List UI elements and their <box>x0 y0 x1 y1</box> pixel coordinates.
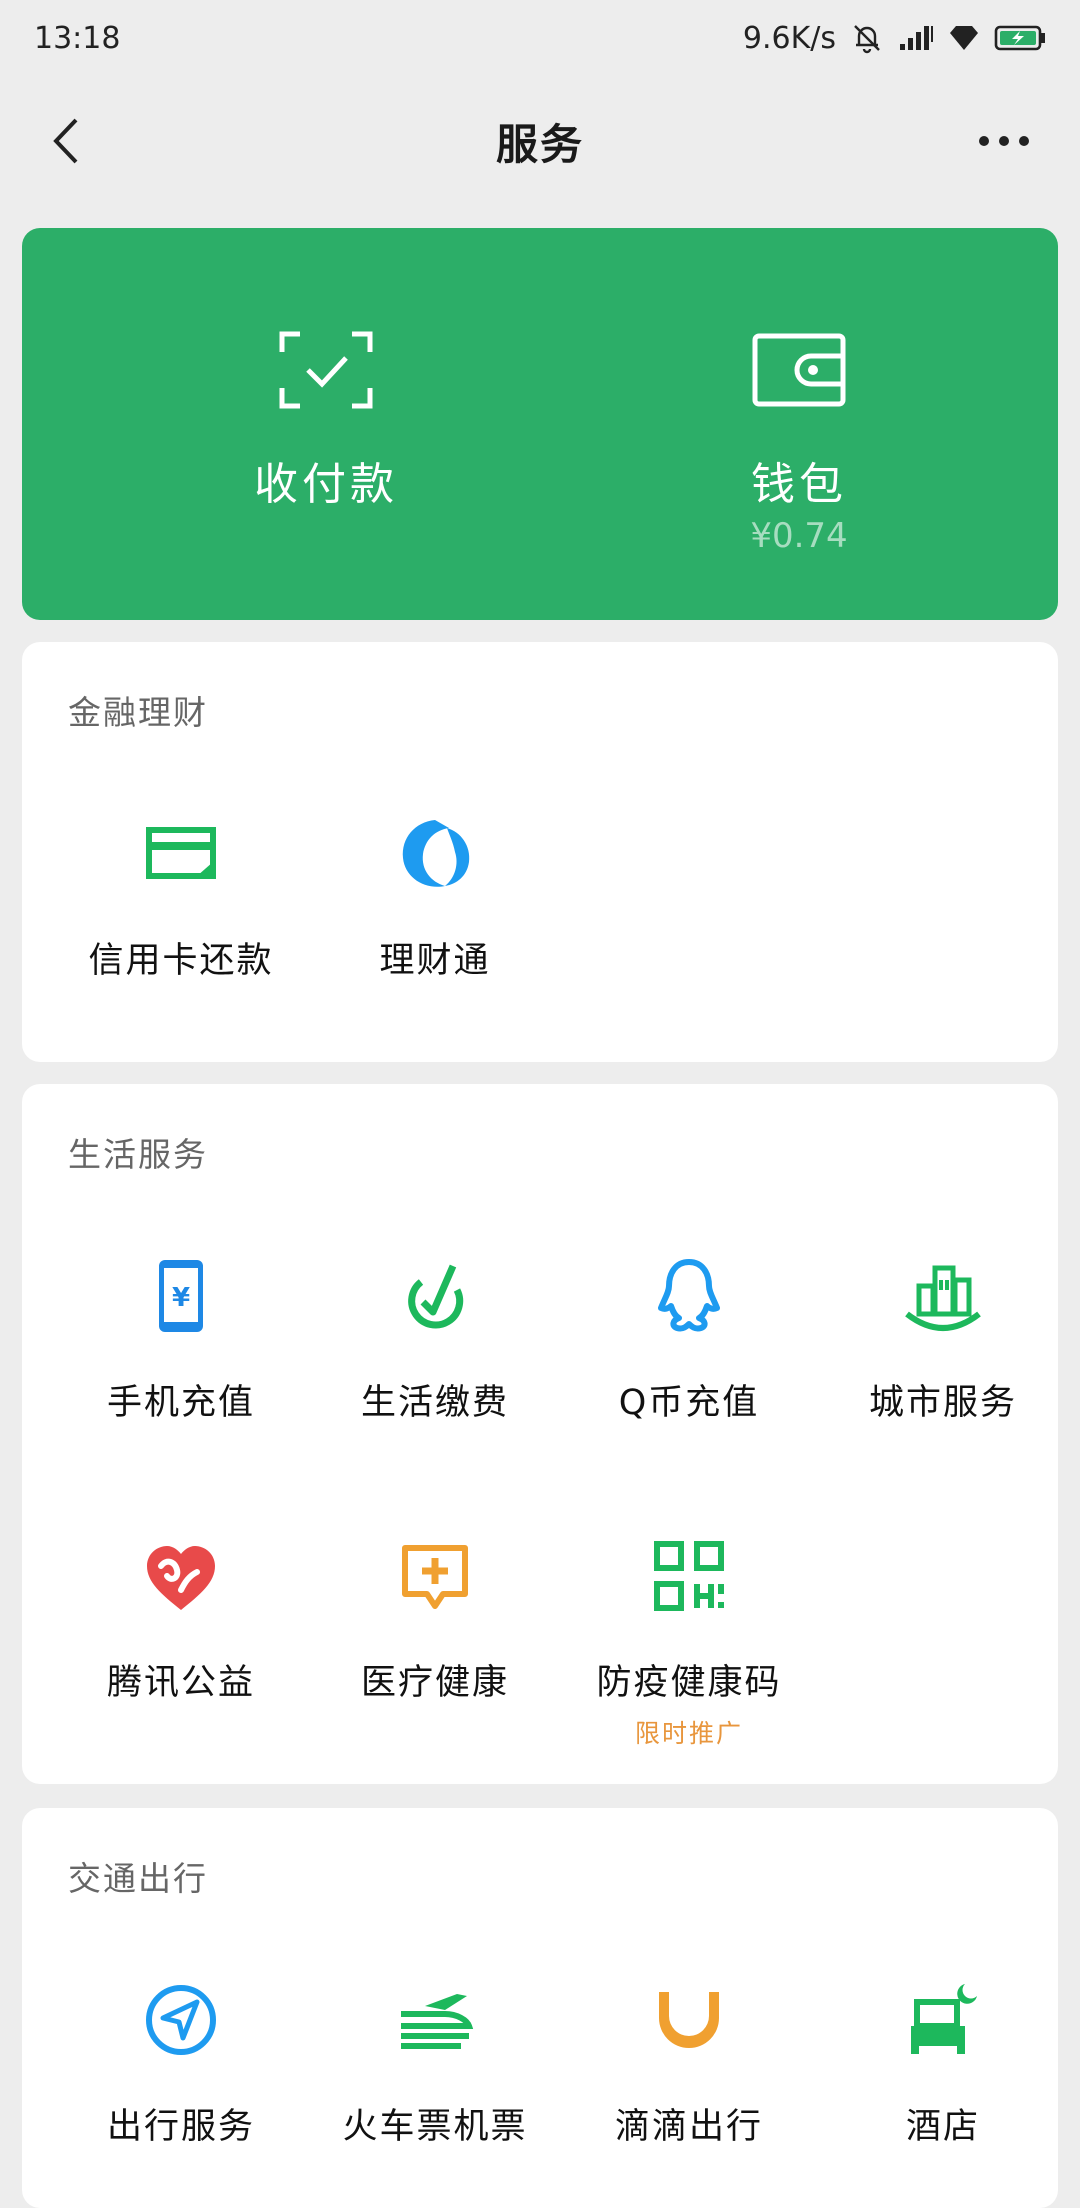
pay-receive-button[interactable]: 收付款 <box>67 228 585 620</box>
wallet-balance: ¥0.74 <box>750 516 848 556</box>
hotel-bed-icon <box>911 1984 977 2054</box>
item-travel-service[interactable]: 出行服务 <box>54 1980 308 2160</box>
network-speed: 9.6K/s <box>742 20 836 56</box>
item-label: 医疗健康 <box>360 1663 509 1703</box>
navigation-icon <box>146 1985 216 2055</box>
section-title-life: 生活服务 <box>68 1135 208 1174</box>
battery-icon <box>994 25 1045 51</box>
status-time: 13:18 <box>34 20 121 56</box>
more-button[interactable] <box>964 106 1044 176</box>
item-label: 城市服务 <box>868 1383 1017 1423</box>
item-label: 滴滴出行 <box>614 2107 763 2147</box>
wallet-label: 钱包 <box>751 459 847 510</box>
train-plane-icon <box>401 1994 474 2049</box>
wallet-button[interactable]: 钱包 ¥0.74 <box>540 228 1058 620</box>
qq-coin-icon <box>658 1259 720 1332</box>
item-bill-payment[interactable]: 生活缴费 <box>308 1256 562 1436</box>
item-tencent-charity[interactable]: 腾讯公益 <box>54 1536 308 1716</box>
item-label: 火车票机票 <box>342 2107 528 2147</box>
item-label: 酒店 <box>905 2107 980 2147</box>
item-credit-card-repay[interactable]: 信用卡还款 <box>54 814 308 994</box>
item-hotel[interactable]: 酒店 <box>816 1980 1070 2160</box>
medical-icon <box>402 1545 468 1609</box>
city-service-icon <box>905 1265 981 1331</box>
nav-bar: 服务 <box>0 76 1080 206</box>
scan-check-icon <box>279 331 373 409</box>
section-transport: 交通出行 出行服务 火车票机票 滴滴出行 酒店 <box>22 1808 1058 2208</box>
more-dots-icon <box>979 136 1029 146</box>
bill-payment-icon <box>408 1264 464 1329</box>
item-didi[interactable]: 滴滴出行 <box>562 1980 816 2160</box>
promo-badge: 限时推广 <box>634 1719 743 1748</box>
item-label: 腾讯公益 <box>106 1663 255 1703</box>
item-qq-coin[interactable]: Q币充值 <box>562 1256 816 1436</box>
mute-bell-icon <box>854 25 880 54</box>
didi-icon <box>659 1992 719 2048</box>
item-label: Q币充值 <box>618 1383 760 1423</box>
page-title: 服务 <box>495 119 584 169</box>
item-label: 理财通 <box>379 941 491 981</box>
item-label: 手机充值 <box>106 1383 255 1423</box>
section-life: 生活服务 ¥ 手机充值 生活缴费 Q币充值 城市服务 腾讯公益 医疗健康 防疫健… <box>22 1084 1058 1784</box>
item-train-flight[interactable]: 火车票机票 <box>308 1980 562 2160</box>
item-city-service[interactable]: 城市服务 <box>816 1256 1070 1436</box>
section-title-finance: 金融理财 <box>68 693 208 732</box>
section-finance: 金融理财 信用卡还款 理财通 <box>22 642 1058 1062</box>
back-arrow-icon <box>53 118 78 164</box>
svg-text:¥: ¥ <box>172 1283 190 1313</box>
item-label: 生活缴费 <box>360 1383 509 1423</box>
item-phone-recharge[interactable]: ¥ 手机充值 <box>54 1256 308 1436</box>
status-bar: 13:18 9.6K/s <box>0 0 1080 76</box>
diamond-icon <box>950 26 978 50</box>
pay-receive-label: 收付款 <box>254 459 398 510</box>
section-title-transport: 交通出行 <box>68 1859 208 1898</box>
wallet-icon <box>752 333 846 407</box>
item-label: 信用卡还款 <box>88 941 274 981</box>
item-health-code[interactable]: 防疫健康码 限时推广 <box>562 1536 816 1748</box>
licaitong-icon <box>402 820 470 887</box>
charity-heart-icon <box>147 1546 215 1610</box>
credit-card-icon <box>146 827 216 879</box>
phone-recharge-icon: ¥ <box>159 1260 203 1332</box>
item-medical-health[interactable]: 医疗健康 <box>308 1536 562 1716</box>
item-label: 防疫健康码 <box>596 1663 782 1703</box>
signal-icon <box>900 26 933 50</box>
qr-code-icon <box>654 1541 724 1611</box>
back-button[interactable] <box>30 106 100 176</box>
item-licaitong[interactable]: 理财通 <box>308 814 562 994</box>
item-label: 出行服务 <box>106 2107 255 2147</box>
wallet-card: 收付款 钱包 ¥0.74 <box>22 228 1058 620</box>
